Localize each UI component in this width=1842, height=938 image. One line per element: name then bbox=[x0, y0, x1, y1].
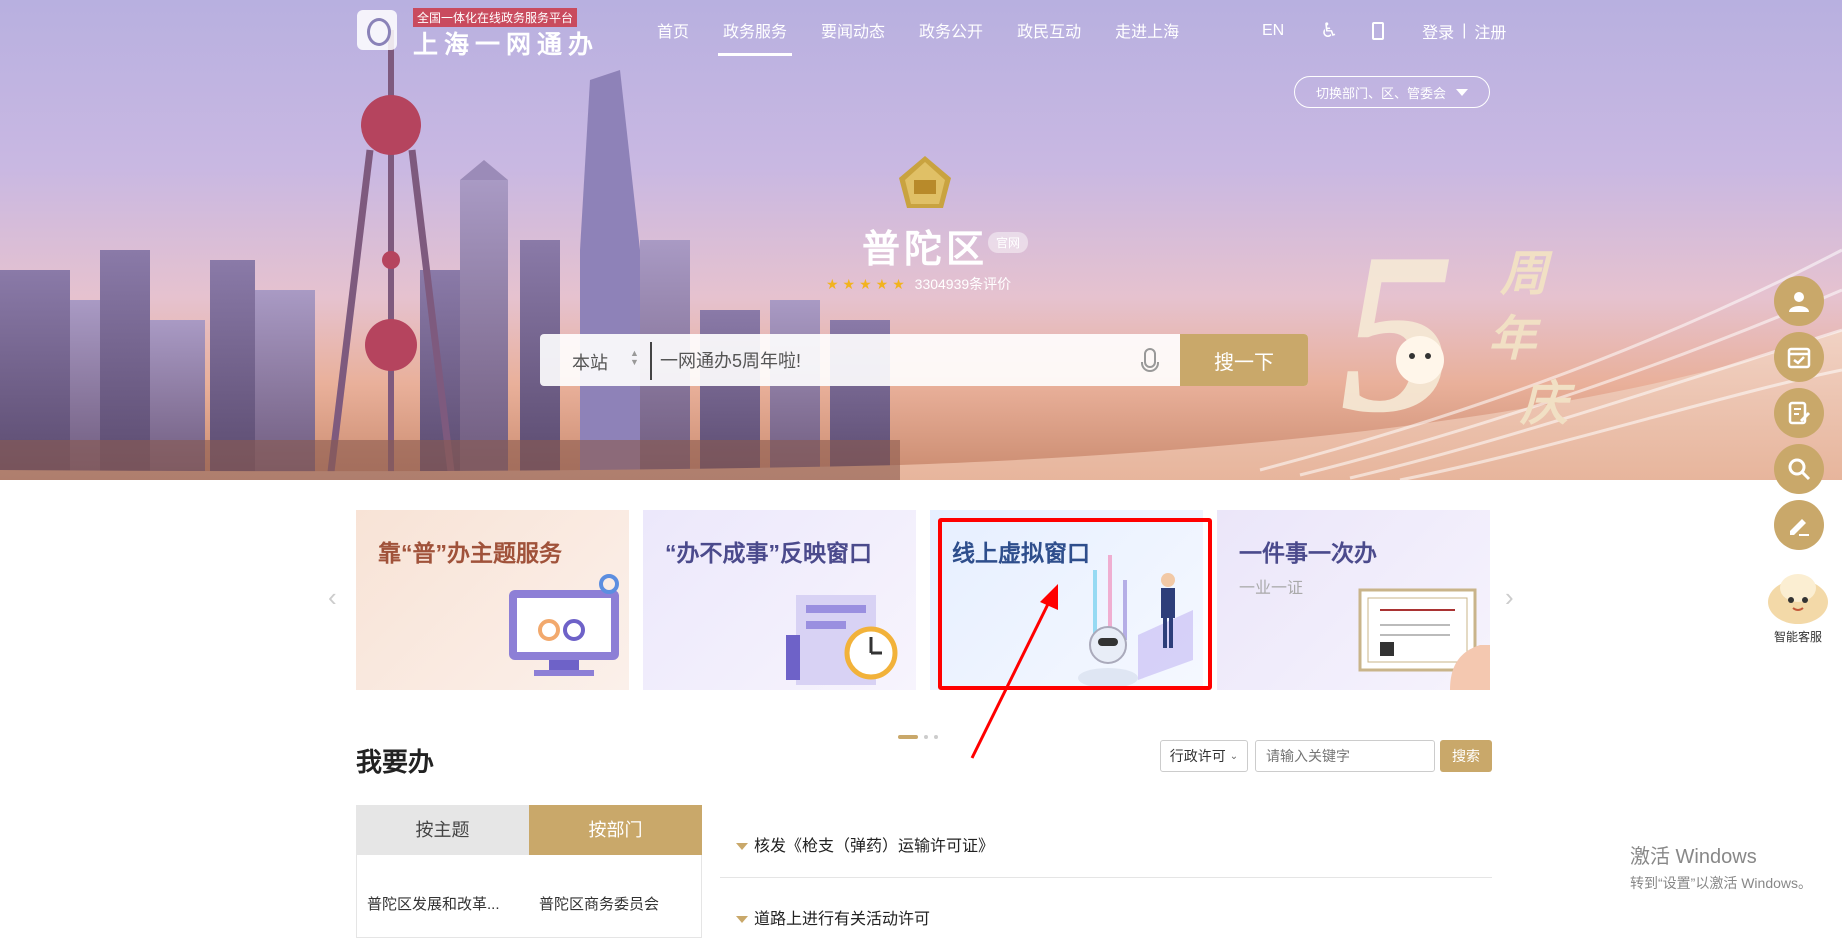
clock-illustration-icon bbox=[786, 595, 898, 685]
watermark-title: 激活 Windows bbox=[1630, 846, 1757, 868]
site-search-bar: 本站 ▲▼ 搜一下 bbox=[540, 334, 1308, 386]
tab-by-department[interactable]: 按部门 bbox=[529, 805, 702, 855]
category-select-value: 行政许可 bbox=[1169, 748, 1226, 764]
hero-banner: 全国一体化在线政务服务平台 上海一网通办 首页 政务服务 要闻动态 政务公开 政… bbox=[0, 0, 1842, 480]
carousel-dot[interactable] bbox=[898, 735, 918, 739]
service-carousel: 靠“普”办主题服务 “办不成事”反映窗口 线上虚拟窗口 一件事一次办 一业一证 bbox=[356, 510, 1490, 690]
search-input[interactable] bbox=[650, 342, 1062, 380]
browse-tabs: 按主题 按部门 bbox=[356, 805, 702, 855]
header-tools: EN ♿ 登录 | 注册 bbox=[1262, 18, 1506, 43]
search-button[interactable]: 搜一下 bbox=[1180, 334, 1308, 386]
login-link[interactable]: 登录 bbox=[1422, 19, 1454, 43]
card-one-thing-once[interactable]: 一件事一次办 一业一证 bbox=[1217, 510, 1490, 690]
logo-mark-icon bbox=[357, 10, 397, 50]
user-icon[interactable] bbox=[1774, 276, 1824, 326]
carousel-dot[interactable] bbox=[934, 735, 938, 739]
microphone-icon[interactable] bbox=[1141, 348, 1159, 372]
list-divider bbox=[720, 877, 1492, 878]
nav-disclosure[interactable]: 政务公开 bbox=[902, 18, 1000, 58]
nav-home[interactable]: 首页 bbox=[640, 18, 706, 58]
logo-title: 上海一网通办 bbox=[413, 31, 600, 59]
certificate-illustration-icon bbox=[1358, 588, 1490, 690]
updown-arrows-icon: ▲ ▼ bbox=[630, 348, 639, 367]
annotation-arrow-icon bbox=[970, 584, 1058, 759]
department-item[interactable]: 普陀区发展和改革... bbox=[367, 893, 500, 914]
search-icon[interactable] bbox=[1774, 444, 1824, 494]
calendar-icon[interactable] bbox=[1774, 332, 1824, 382]
service-item[interactable]: 道路上进行有关活动许可 bbox=[736, 905, 930, 929]
svg-text:庆: 庆 bbox=[1519, 378, 1576, 431]
card-title: 靠“普”办主题服务 bbox=[378, 540, 562, 566]
mascot-icon bbox=[1768, 574, 1828, 624]
site-logo[interactable]: 全国一体化在线政务服务平台 上海一网通办 bbox=[357, 8, 597, 59]
nav-gov-services[interactable]: 政务服务 bbox=[706, 18, 804, 58]
nav-interaction[interactable]: 政民互动 bbox=[1000, 18, 1098, 58]
pen-icon[interactable] bbox=[1774, 500, 1824, 550]
department-item[interactable]: 普陀区商务委员会 bbox=[539, 893, 659, 914]
edit-doc-icon[interactable] bbox=[1774, 388, 1824, 438]
carousel-next-icon[interactable]: › bbox=[1505, 582, 1514, 613]
register-link[interactable]: 注册 bbox=[1474, 19, 1506, 43]
language-switch[interactable]: EN bbox=[1262, 22, 1284, 40]
service-item[interactable]: 核发《枪支（弹药）运输许可证》 bbox=[736, 832, 994, 856]
card-feedback-window[interactable]: “办不成事”反映窗口 bbox=[643, 510, 916, 690]
ai-service-label: 智能客服 bbox=[1773, 630, 1822, 644]
floating-toolbar bbox=[1774, 276, 1824, 556]
svg-text:5: 5 bbox=[1340, 220, 1455, 440]
district-emblem-icon bbox=[899, 156, 951, 208]
nav-about-shanghai[interactable]: 走进上海 bbox=[1098, 18, 1196, 58]
svg-text:周: 周 bbox=[1499, 248, 1553, 301]
district-name: 普陀区 bbox=[862, 229, 989, 271]
carousel-prev-icon[interactable]: ‹ bbox=[328, 582, 337, 613]
card-title: 一件事一次办 bbox=[1239, 540, 1377, 566]
service-item-label: 道路上进行有关活动许可 bbox=[754, 911, 931, 928]
service-item-label: 核发《枪支（弹药）运输许可证》 bbox=[754, 838, 995, 855]
fifth-anniversary-graphic: 5 周 年 庆 bbox=[1340, 220, 1576, 440]
mobile-icon[interactable] bbox=[1372, 21, 1385, 40]
rating: ★★★★★ 3304939条评价 bbox=[826, 274, 1011, 294]
keyword-input[interactable] bbox=[1255, 740, 1435, 772]
section-title: 我要办 bbox=[356, 747, 435, 777]
carousel-dots bbox=[898, 735, 938, 739]
search-scope-select[interactable]: 本站 bbox=[572, 349, 608, 375]
carousel-dot[interactable] bbox=[924, 735, 928, 739]
nav-news[interactable]: 要闻动态 bbox=[804, 18, 902, 58]
rating-count: 3304939条评价 bbox=[914, 276, 1012, 292]
accessibility-icon[interactable]: ♿ bbox=[1320, 18, 1338, 43]
switch-department-label: 切换部门、区、管委会 bbox=[1315, 85, 1446, 101]
tab-by-theme[interactable]: 按主题 bbox=[356, 805, 529, 855]
watermark-subtitle: 转到“设置”以激活 Windows。 bbox=[1630, 875, 1813, 891]
triangle-down-icon bbox=[736, 916, 748, 924]
dashboard-illustration-icon bbox=[509, 574, 619, 676]
top-bar: 全国一体化在线政务服务平台 上海一网通办 首页 政务服务 要闻动态 政务公开 政… bbox=[0, 0, 1842, 60]
rating-stars-icon: ★★★★★ bbox=[826, 276, 909, 292]
main-nav: 首页 政务服务 要闻动态 政务公开 政民互动 走进上海 bbox=[640, 18, 1196, 58]
official-tag: 官网 bbox=[988, 232, 1029, 253]
card-subtitle: 一业一证 bbox=[1239, 580, 1304, 597]
triangle-down-icon bbox=[736, 843, 748, 851]
card-theme-service[interactable]: 靠“普”办主题服务 bbox=[356, 510, 629, 690]
svg-text:年: 年 bbox=[1488, 313, 1542, 366]
category-select[interactable]: 行政许可 ⌄ bbox=[1160, 740, 1248, 772]
ai-customer-service[interactable]: 智能客服 bbox=[1762, 566, 1834, 644]
login-separator: | bbox=[1462, 21, 1467, 39]
switch-department-button[interactable]: 切换部门、区、管委会 bbox=[1294, 76, 1490, 108]
windows-activation-watermark: 激活 Windows 转到“设置”以激活 Windows。 bbox=[1630, 840, 1812, 893]
chevron-down-icon bbox=[1456, 88, 1468, 96]
chevron-down-icon: ⌄ bbox=[1229, 750, 1239, 762]
card-title: “办不成事”反映窗口 bbox=[665, 540, 872, 566]
keyword-search-button[interactable]: 搜索 bbox=[1440, 740, 1492, 772]
department-list: 普陀区发展和改革... 普陀区商务委员会 bbox=[356, 855, 702, 938]
